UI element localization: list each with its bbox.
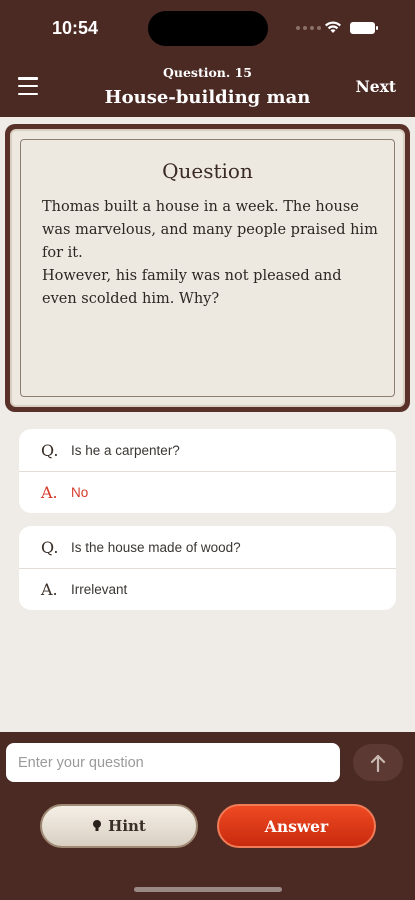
qa-question-row: Q. Is the house made of wood? [19, 526, 396, 568]
lightbulb-icon [93, 820, 102, 831]
q-letter: Q. [41, 440, 59, 460]
hint-label: Hint [108, 817, 146, 835]
question-heading: Question [162, 159, 253, 183]
qa-question: Is the house made of wood? [71, 539, 241, 555]
arrow-up-icon [370, 754, 386, 772]
question-card-inner: Question Thomas built a house in a week.… [10, 129, 405, 407]
hint-button[interactable]: Hint [40, 804, 198, 848]
answer-button[interactable]: Answer [217, 804, 376, 848]
battery-icon [350, 22, 378, 34]
qa-item: Q. Is the house made of wood? A. Irrelev… [19, 526, 396, 610]
qa-answer-row: A. No [19, 471, 396, 513]
send-button[interactable] [353, 744, 403, 781]
question-card: Question Thomas built a house in a week.… [5, 124, 410, 412]
qa-answer: Irrelevant [71, 582, 128, 597]
home-indicator [134, 887, 282, 892]
top-bar: 10:54 Question. 15 House-building man Ne… [0, 0, 415, 117]
status-bar: 10:54 [0, 0, 415, 56]
page-title: House-building man [104, 87, 311, 108]
wifi-icon [325, 21, 341, 33]
q-letter: Q. [41, 537, 59, 557]
qa-answer: No [71, 485, 89, 500]
question-number: Question. 15 [162, 65, 252, 80]
signal-icon [296, 26, 321, 30]
question-text: Thomas built a house in a week. The hous… [42, 196, 379, 311]
dynamic-island [148, 11, 268, 46]
question-line: However, his family was not pleased and … [42, 268, 342, 307]
qa-question-row: Q. Is he a carpenter? [19, 429, 396, 471]
qa-answer-row: A. Irrelevant [19, 568, 396, 610]
a-letter: A. [41, 580, 58, 599]
bottom-panel: Hint Answer [0, 732, 415, 900]
next-button[interactable]: Next [356, 77, 396, 96]
a-letter: A. [41, 483, 58, 502]
status-time: 10:54 [52, 18, 99, 38]
qa-question: Is he a carpenter? [71, 442, 180, 458]
qa-item: Q. Is he a carpenter? A. No [19, 429, 396, 513]
question-line: Thomas built a house in a week. The hous… [42, 199, 378, 261]
question-input[interactable] [6, 743, 340, 782]
answer-label: Answer [264, 816, 329, 836]
